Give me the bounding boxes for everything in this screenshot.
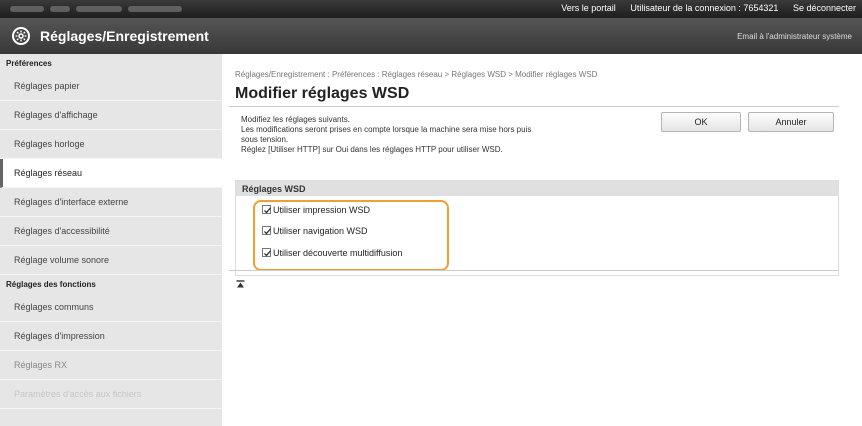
settings-gear-icon	[12, 27, 30, 45]
back-to-top-icon[interactable]	[236, 280, 245, 291]
sidebar-item-external-interface[interactable]: Réglages d'interface externe	[0, 188, 222, 217]
cancel-button[interactable]: Annuler	[748, 112, 834, 132]
description-line: sous tension.	[241, 135, 289, 144]
bottom-divider	[229, 270, 839, 271]
sidebar-item-file-access[interactable]: Paramètres d'accès aux fichiers	[0, 380, 222, 409]
highlight-frame	[253, 200, 449, 271]
sidebar-item-clock-settings[interactable]: Réglages horloge	[0, 130, 222, 159]
sidebar-group-preferences: Préférences	[6, 59, 52, 68]
sidebar-item-network-settings[interactable]: Réglages réseau	[0, 159, 222, 188]
sidebar-item-rx-settings[interactable]: Réglages RX	[0, 351, 222, 380]
title-divider	[229, 106, 839, 107]
wsd-settings-section: Réglages WSD Utiliser impression WSD Uti…	[235, 180, 839, 276]
sidebar-item-volume[interactable]: Réglage volume sonore	[0, 246, 222, 275]
logout-link[interactable]: Se déconnecter	[793, 3, 856, 13]
description: Modifiez les réglages suivants. Les modi…	[241, 115, 671, 155]
sidebar-group-functions: Réglages des fonctions	[6, 280, 96, 289]
login-user-info: Utilisateur de la connexion : 7654321	[630, 3, 779, 13]
portal-link[interactable]: Vers le portail	[561, 3, 616, 13]
admin-mail-link[interactable]: Email à l'administrateur système	[737, 32, 852, 41]
sidebar-item-paper-settings[interactable]: Réglages papier	[0, 72, 222, 101]
sidebar-item-accessibility[interactable]: Réglages d'accessibilité	[0, 217, 222, 246]
main-content: Réglages/Enregistrement : Préférences : …	[229, 54, 857, 426]
page-title: Modifier réglages WSD	[235, 85, 410, 102]
description-line: Modifiez les réglages suivants.	[241, 115, 350, 124]
top-bar: Vers le portail Utilisateur de la connex…	[0, 0, 862, 18]
sidebar-item-common-settings[interactable]: Réglages communs	[0, 293, 222, 322]
breadcrumb: Réglages/Enregistrement : Préférences : …	[235, 70, 598, 79]
sidebar: Préférences Réglages papier Réglages d'a…	[0, 54, 222, 426]
sidebar-item-print-settings[interactable]: Réglages d'impression	[0, 322, 222, 351]
section-header: Réglages WSD	[236, 181, 838, 196]
sidebar-item-display-settings[interactable]: Réglages d'affichage	[0, 101, 222, 130]
description-line: Réglez [Utiliser HTTP] sur Oui dans les …	[241, 145, 503, 154]
description-line: Les modifications seront prises en compt…	[241, 125, 532, 134]
app-title: Réglages/Enregistrement	[40, 28, 209, 44]
device-name-blurred	[10, 4, 235, 13]
app-header: Réglages/Enregistrement Email à l'admini…	[0, 18, 862, 54]
ok-button[interactable]: OK	[661, 112, 741, 132]
